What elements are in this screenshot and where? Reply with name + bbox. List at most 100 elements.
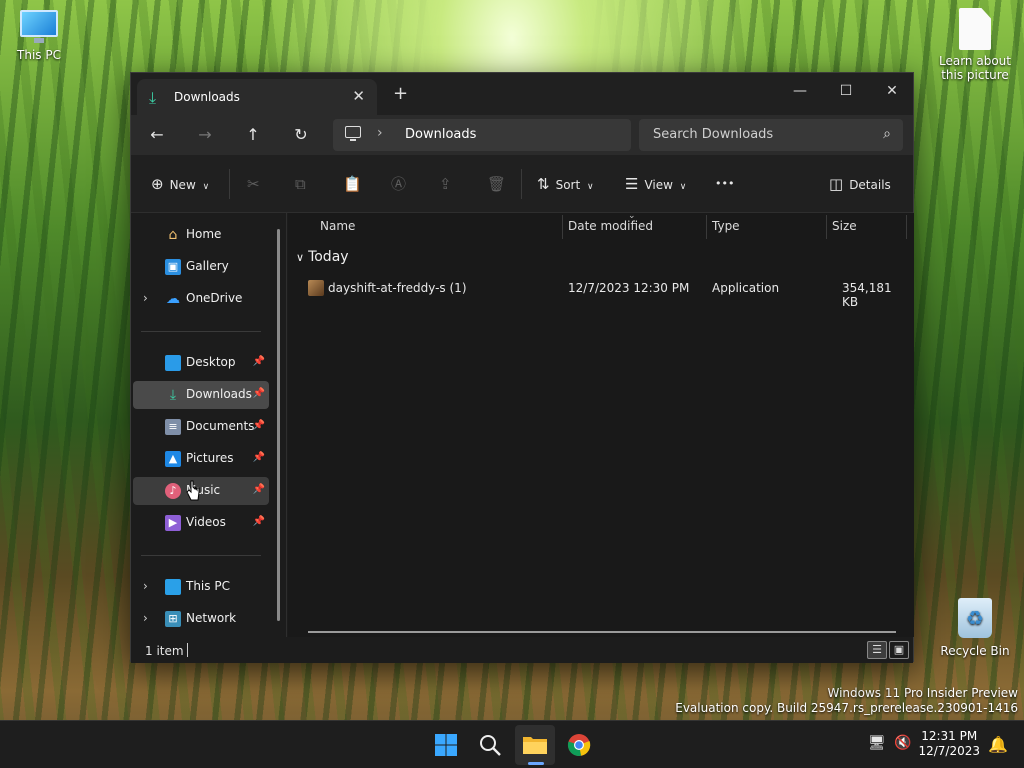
folder-icon: [523, 737, 547, 754]
group-label: Today: [308, 249, 349, 265]
desktop-icon-recycle-bin[interactable]: ♻ Recycle Bin: [937, 598, 1013, 658]
column-divider[interactable]: [826, 215, 827, 239]
new-tab-button[interactable]: +: [393, 83, 408, 104]
view-label: View: [644, 178, 673, 192]
breadcrumb-downloads[interactable]: Downloads: [405, 127, 476, 142]
sidebar-item-videos[interactable]: ▶ Videos 📌: [133, 509, 269, 537]
rename-icon[interactable]: Ⓐ: [391, 173, 406, 195]
hand-cursor-icon: [186, 480, 200, 501]
column-divider[interactable]: [562, 215, 563, 239]
notification-bell-icon[interactable]: 🔔: [988, 735, 1008, 754]
clock-time: 12:31 PM: [921, 729, 978, 743]
desktop-icon-learn-about-picture[interactable]: Learn about this picture: [936, 8, 1014, 82]
sidebar-scrollbar[interactable]: [277, 229, 280, 621]
minimize-button[interactable]: —: [777, 77, 823, 105]
sidebar-item-music[interactable]: ♪ Music 📌: [133, 477, 269, 505]
start-button[interactable]: [426, 725, 466, 765]
copy-icon[interactable]: ⧉: [295, 173, 306, 195]
divider: [229, 169, 230, 199]
sort-button[interactable]: ⇅ Sort ∨: [537, 173, 594, 195]
pin-icon[interactable]: 📌: [253, 484, 265, 495]
details-view-icon[interactable]: ☰: [867, 641, 887, 659]
cut-icon[interactable]: ✂: [247, 173, 260, 195]
new-button[interactable]: ⊕ New ∨: [151, 173, 209, 195]
system-clock[interactable]: 12:31 PM 12/7/2023: [918, 729, 980, 759]
chevron-right-icon[interactable]: ›: [143, 579, 148, 593]
cloud-icon: ☁: [166, 291, 180, 307]
column-header-date[interactable]: Date modified: [568, 219, 653, 233]
desktop-icon-label: Recycle Bin: [940, 644, 1010, 658]
pin-icon[interactable]: 📌: [253, 420, 265, 431]
column-divider[interactable]: [906, 215, 907, 239]
picture-icon: ▲: [165, 451, 181, 467]
network-status-icon[interactable]: 🖥: [868, 735, 886, 751]
volume-muted-icon[interactable]: 🔇: [894, 735, 911, 751]
sidebar-item-label: OneDrive: [186, 291, 243, 305]
divider: [141, 555, 261, 556]
column-header-size[interactable]: Size: [832, 219, 857, 233]
tab-downloads[interactable]: ⤓ Downloads ✕: [137, 79, 377, 115]
search-input[interactable]: Search Downloads ⌕: [639, 119, 903, 151]
column-header-name[interactable]: Name: [320, 219, 355, 233]
column-divider[interactable]: [706, 215, 707, 239]
close-button[interactable]: ✕: [869, 77, 915, 105]
pin-icon[interactable]: 📌: [253, 452, 265, 463]
view-button[interactable]: ☰ View ∨: [625, 173, 686, 195]
group-header-today[interactable]: ∨ Today: [296, 249, 349, 265]
details-label: Details: [849, 178, 891, 192]
file-date: 12/7/2023 12:30 PM: [568, 281, 690, 295]
details-button[interactable]: ◫ Details: [829, 173, 891, 195]
address-bar[interactable]: › Downloads: [333, 119, 631, 151]
forward-arrow-icon[interactable]: →: [193, 123, 217, 147]
chrome-taskbar-button[interactable]: [559, 725, 599, 765]
sidebar-item-documents[interactable]: ≡ Documents 📌: [133, 413, 269, 441]
sidebar-item-network[interactable]: › ⊞ Network: [133, 605, 269, 633]
sidebar-item-home[interactable]: ⌂ Home: [133, 221, 269, 249]
plus-circle-icon: ⊕: [151, 175, 164, 193]
search-icon: [480, 735, 501, 756]
pin-icon[interactable]: 📌: [253, 516, 265, 527]
windows-logo-icon: [435, 734, 457, 756]
sidebar-item-label: Downloads: [186, 387, 252, 401]
refresh-icon[interactable]: ↻: [289, 123, 313, 147]
active-app-indicator: [528, 762, 544, 765]
clock-date: 12/7/2023: [918, 744, 980, 758]
search-placeholder: Search Downloads: [653, 127, 774, 142]
chevron-right-icon[interactable]: ›: [143, 291, 148, 305]
os-watermark: Windows 11 Pro Insider Preview Evaluatio…: [675, 686, 1018, 716]
more-options-button[interactable]: •••: [715, 173, 734, 195]
chevron-down-icon: ∨: [679, 182, 687, 192]
title-bar: ⤓ Downloads ✕ + — ☐ ✕: [131, 73, 913, 115]
maximize-button[interactable]: ☐: [823, 77, 869, 105]
pin-icon[interactable]: 📌: [253, 356, 265, 367]
sidebar-item-desktop[interactable]: Desktop 📌: [133, 349, 269, 377]
sidebar-item-onedrive[interactable]: › ☁ OneDrive: [133, 285, 269, 313]
pin-icon[interactable]: 📌: [253, 388, 265, 399]
sort-icon: ⇅: [537, 175, 550, 193]
tiles-view-icon[interactable]: ▣: [889, 641, 909, 659]
chevron-down-icon: ∨: [202, 182, 210, 192]
column-header-type[interactable]: Type: [712, 219, 740, 233]
sidebar-item-pictures[interactable]: ▲ Pictures 📌: [133, 445, 269, 473]
share-icon[interactable]: ⇪: [439, 173, 452, 195]
computer-icon: [345, 126, 361, 141]
paste-icon[interactable]: 📋: [343, 173, 362, 195]
delete-icon[interactable]: 🗑: [487, 173, 506, 195]
desktop-icon-this-pc[interactable]: This PC: [1, 10, 77, 62]
chevron-right-icon[interactable]: ›: [377, 125, 383, 141]
back-arrow-icon[interactable]: ←: [145, 123, 169, 147]
file-explorer-taskbar-button[interactable]: [515, 725, 555, 765]
up-arrow-icon[interactable]: ↑: [241, 123, 265, 147]
sidebar-item-this-pc[interactable]: › This PC: [133, 573, 269, 601]
search-button[interactable]: [470, 725, 510, 765]
tab-close-icon[interactable]: ✕: [352, 87, 365, 105]
horizontal-scrollbar[interactable]: [308, 631, 896, 633]
table-row[interactable]: dayshift-at-freddy-s (1) 12/7/2023 12:30…: [300, 277, 908, 309]
recycle-bin-icon: ♻: [958, 598, 992, 638]
sidebar-item-gallery[interactable]: ▣ Gallery: [133, 253, 269, 281]
navigation-pane: ⌂ Home ▣ Gallery › ☁ OneDrive Desktop 📌 …: [131, 213, 287, 637]
tab-title: Downloads: [174, 90, 240, 104]
desktop-icon: [165, 355, 181, 371]
chevron-right-icon[interactable]: ›: [143, 611, 148, 625]
sidebar-item-downloads[interactable]: ⤓ Downloads 📌: [133, 381, 269, 409]
